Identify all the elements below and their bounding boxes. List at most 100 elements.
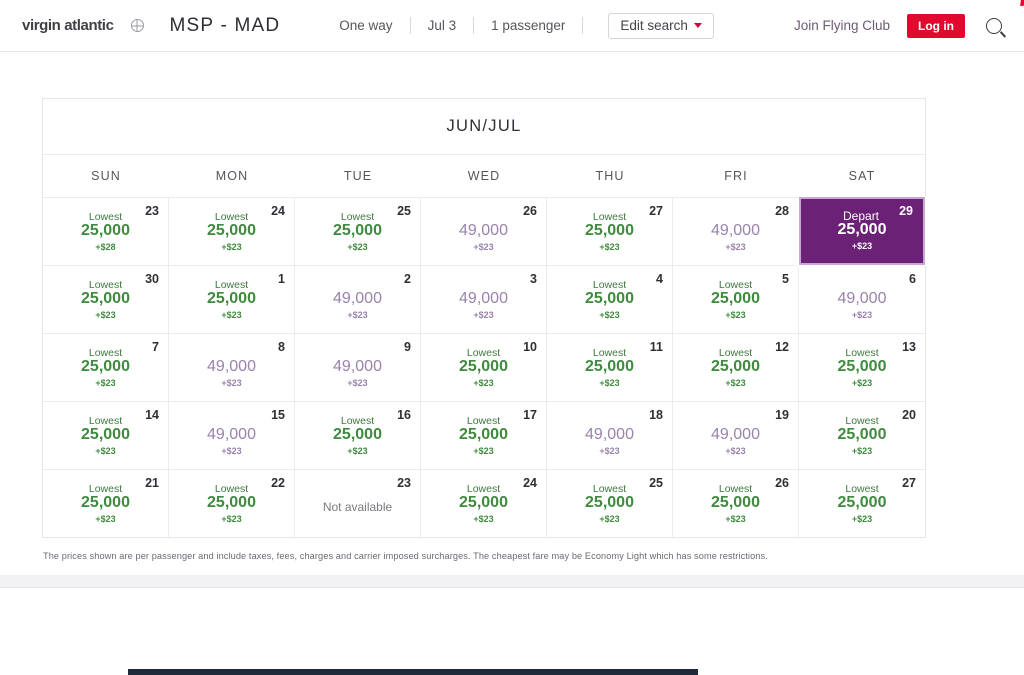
calendar-day-cell[interactable]: 10 Lowest 25,000 +$23 <box>421 333 547 401</box>
dow-wed: WED <box>467 169 501 183</box>
fare-tax: +$23 <box>221 378 242 388</box>
calendar-day-cell[interactable]: 9 49,000 +$23 <box>295 333 421 401</box>
route-title: MSP - MAD <box>169 14 281 36</box>
fare-points: 25,000 <box>837 426 887 443</box>
calendar-day-cell[interactable]: 2 49,000 +$23 <box>295 265 421 333</box>
login-button[interactable]: Log in <box>907 13 965 38</box>
fare-tax: +$23 <box>473 378 494 388</box>
calendar-day-cell[interactable]: 27 Lowest 25,000 +$23 <box>799 469 925 537</box>
dow-thu: THU <box>595 169 625 183</box>
day-number: 23 <box>397 476 411 490</box>
fare-tax: +$23 <box>473 446 494 456</box>
calendar-day-cell[interactable]: 1 Lowest 25,000 +$23 <box>169 265 295 333</box>
calendar-day-cell[interactable]: 6 49,000 +$23 <box>799 265 925 333</box>
fare-points: 49,000 <box>837 290 887 307</box>
calendar-day-cell[interactable]: 16 Lowest 25,000 +$23 <box>295 401 421 469</box>
trip-type-label: One way <box>339 18 393 33</box>
dow-mon: MON <box>215 169 249 183</box>
fare-calendar: JUN/JUL SUN MON TUE WED THU FRI SAT 23 Lo… <box>42 98 926 538</box>
flag-icon <box>1020 0 1024 7</box>
fare-tax: +$23 <box>473 514 494 524</box>
fare-tax: +$23 <box>599 242 620 252</box>
fare-points: 25,000 <box>585 222 634 239</box>
fare-tax: +$23 <box>473 242 494 252</box>
day-number: 3 <box>530 272 537 286</box>
fare-points: 49,000 <box>333 290 382 307</box>
divider <box>582 17 584 34</box>
calendar-day-cell[interactable]: 4 Lowest 25,000 +$23 <box>547 265 673 333</box>
calendar-day-cell[interactable]: 18 49,000 +$23 <box>547 401 673 469</box>
day-number: 2 <box>404 272 411 286</box>
fare-points: 49,000 <box>585 426 634 443</box>
fare-points: 25,000 <box>837 358 887 375</box>
calendar-day-cell[interactable]: 20 Lowest 25,000 +$23 <box>799 401 925 469</box>
day-number: 8 <box>278 340 285 354</box>
dow-tue: TUE <box>343 169 373 183</box>
header-actions: Join Flying Club Log in <box>794 13 1002 38</box>
calendar-day-cell[interactable]: 12 Lowest 25,000 +$23 <box>673 333 799 401</box>
fare-points: 25,000 <box>81 426 130 443</box>
fare-points: 25,000 <box>585 494 634 511</box>
calendar-day-cell[interactable]: 8 49,000 +$23 <box>169 333 295 401</box>
footer-strip-left <box>0 669 128 675</box>
fare-points: 25,000 <box>459 426 508 443</box>
day-number: 19 <box>775 408 789 422</box>
fare-points: 49,000 <box>207 358 256 375</box>
day-number: 15 <box>271 408 285 422</box>
globe-icon <box>130 19 144 32</box>
fare-tax: +$23 <box>347 446 368 456</box>
fare-tax: +$23 <box>599 446 620 456</box>
day-number: 26 <box>523 204 537 218</box>
calendar-day-cell[interactable]: 26 49,000 +$23 <box>421 197 547 265</box>
day-number: 28 <box>775 204 789 218</box>
calendar-day-cell[interactable]: 24 Lowest 25,000 +$23 <box>421 469 547 537</box>
fare-tax: +$23 <box>725 242 746 252</box>
calendar-day-cell: 23 Not available <box>295 469 421 537</box>
fare-tax: +$23 <box>221 446 242 456</box>
bottom-spacer <box>0 575 1024 587</box>
calendar-day-cell[interactable]: 26 Lowest 25,000 +$23 <box>673 469 799 537</box>
calendar-day-cell[interactable]: 11 Lowest 25,000 +$23 <box>547 333 673 401</box>
calendar-day-cell[interactable]: 15 49,000 +$23 <box>169 401 295 469</box>
footer-strip-right <box>698 669 1024 675</box>
calendar-day-cell[interactable]: 19 49,000 +$23 <box>673 401 799 469</box>
calendar-day-cell[interactable]: 5 Lowest 25,000 +$23 <box>673 265 799 333</box>
fare-tax: +$23 <box>725 446 746 456</box>
calendar-day-cell[interactable]: 17 Lowest 25,000 +$23 <box>421 401 547 469</box>
fare-points: 25,000 <box>81 358 130 375</box>
fare-tax: +$23 <box>95 378 116 388</box>
fare-points: 25,000 <box>81 290 130 307</box>
calendar-month-title: JUN/JUL <box>43 99 925 155</box>
fare-tax: +$23 <box>599 310 620 320</box>
join-flying-club-link[interactable]: Join Flying Club <box>794 18 890 33</box>
calendar-day-cell[interactable]: 3 49,000 +$23 <box>421 265 547 333</box>
calendar-day-cell[interactable]: 23 Lowest 25,000 +$28 <box>43 197 169 265</box>
fare-points: 25,000 <box>711 290 760 307</box>
calendar-day-cell[interactable]: 13 Lowest 25,000 +$23 <box>799 333 925 401</box>
day-of-week-header: SUN MON TUE WED THU FRI SAT <box>43 155 925 197</box>
search-icon[interactable] <box>986 17 1002 34</box>
calendar-day-cell[interactable]: 22 Lowest 25,000 +$23 <box>169 469 295 537</box>
virgin-atlantic-logo[interactable]: virgin atlantic <box>22 0 1024 34</box>
calendar-day-cell[interactable]: 25 Lowest 25,000 +$23 <box>295 197 421 265</box>
calendar-day-cell[interactable]: 25 Lowest 25,000 +$23 <box>547 469 673 537</box>
fare-points: 25,000 <box>585 290 634 307</box>
fare-points: 25,000 <box>585 358 634 375</box>
calendar-day-cell[interactable]: 28 49,000 +$23 <box>673 197 799 265</box>
calendar-day-cell[interactable]: 24 Lowest 25,000 +$23 <box>169 197 295 265</box>
fare-points: 25,000 <box>459 358 508 375</box>
fare-tax: +$23 <box>851 241 873 251</box>
passenger-count-label: 1 passenger <box>491 18 566 33</box>
fare-tax: +$23 <box>725 514 746 524</box>
calendar-day-cell[interactable]: 7 Lowest 25,000 +$23 <box>43 333 169 401</box>
fare-points: 25,000 <box>711 358 760 375</box>
calendar-day-cell[interactable]: 27 Lowest 25,000 +$23 <box>547 197 673 265</box>
edit-search-button[interactable]: Edit search <box>608 12 714 39</box>
calendar-day-cell[interactable]: 29 Depart 25,000 +$23 <box>799 197 925 265</box>
calendar-day-cell[interactable]: 21 Lowest 25,000 +$23 <box>43 469 169 537</box>
calendar-day-cell[interactable]: 14 Lowest 25,000 +$23 <box>43 401 169 469</box>
fare-points: 25,000 <box>837 221 887 238</box>
fare-tax: +$23 <box>599 378 620 388</box>
fare-points: 25,000 <box>333 426 382 443</box>
calendar-day-cell[interactable]: 30 Lowest 25,000 +$23 <box>43 265 169 333</box>
